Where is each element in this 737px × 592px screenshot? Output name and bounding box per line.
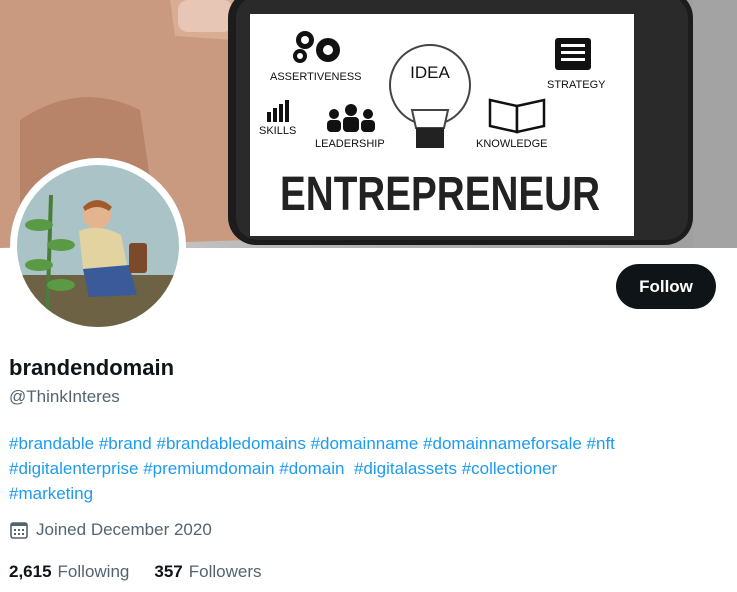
joined-date: Joined December 2020 (9, 520, 212, 540)
clipboard-icon (555, 38, 591, 70)
hashtag-link[interactable]: #collectioner (462, 459, 557, 478)
hashtag-link[interactable]: #marketing (9, 484, 93, 503)
hashtag-link[interactable]: #brandabledomains (156, 434, 305, 453)
hashtag-link[interactable]: #nft (587, 434, 615, 453)
followers-count: 357 (154, 562, 183, 581)
banner-label-knowledge: KNOWLEDGE (476, 138, 548, 150)
banner-headline: ENTREPRENEUR (280, 168, 600, 221)
bio-line: #digitalenterprise #premiumdomain #domai… (9, 456, 729, 481)
banner-label-skills: SKILLS (259, 125, 296, 137)
hashtag-link[interactable]: #brandable (9, 434, 94, 453)
banner-label-assertiveness: ASSERTIVENESS (270, 71, 362, 83)
bio-line: #brandable #brand #brandabledomains #dom… (9, 431, 729, 456)
hashtag-link[interactable]: #domainnameforsale (423, 434, 582, 453)
following-label: Following (57, 562, 130, 581)
banner-label-idea: IDEA (410, 63, 450, 82)
calendar-icon (10, 522, 28, 539)
avatar-image (17, 165, 179, 327)
followers-link[interactable]: 357 Followers (154, 562, 261, 582)
joined-text: Joined December 2020 (36, 520, 212, 539)
bio-line: #marketing (9, 481, 729, 506)
hashtag-link[interactable]: #digitalassets (354, 459, 457, 478)
banner-label-strategy: STRATEGY (547, 79, 606, 91)
following-count: 2,615 (9, 562, 52, 581)
profile-bio: #brandable #brand #brandabledomains #dom… (9, 431, 729, 506)
profile-name: brandendomain (9, 355, 175, 380)
hashtag-link[interactable]: #digitalenterprise (9, 459, 138, 478)
follow-button[interactable]: Follow (616, 264, 716, 309)
hashtag-link[interactable]: #brand (99, 434, 152, 453)
profile-handle: @ThinkInteres (9, 387, 120, 406)
banner-label-leadership: LEADERSHIP (315, 138, 385, 150)
hashtag-link[interactable]: #domain (279, 459, 344, 478)
followers-label: Followers (188, 562, 262, 581)
follow-stats: 2,615 Following 357 Followers (9, 562, 286, 582)
following-link[interactable]: 2,615 Following (9, 562, 129, 582)
book-icon (488, 98, 546, 134)
hashtag-link[interactable]: #domainname (311, 434, 419, 453)
hashtag-link[interactable]: #premiumdomain (143, 459, 274, 478)
avatar[interactable] (10, 158, 186, 334)
